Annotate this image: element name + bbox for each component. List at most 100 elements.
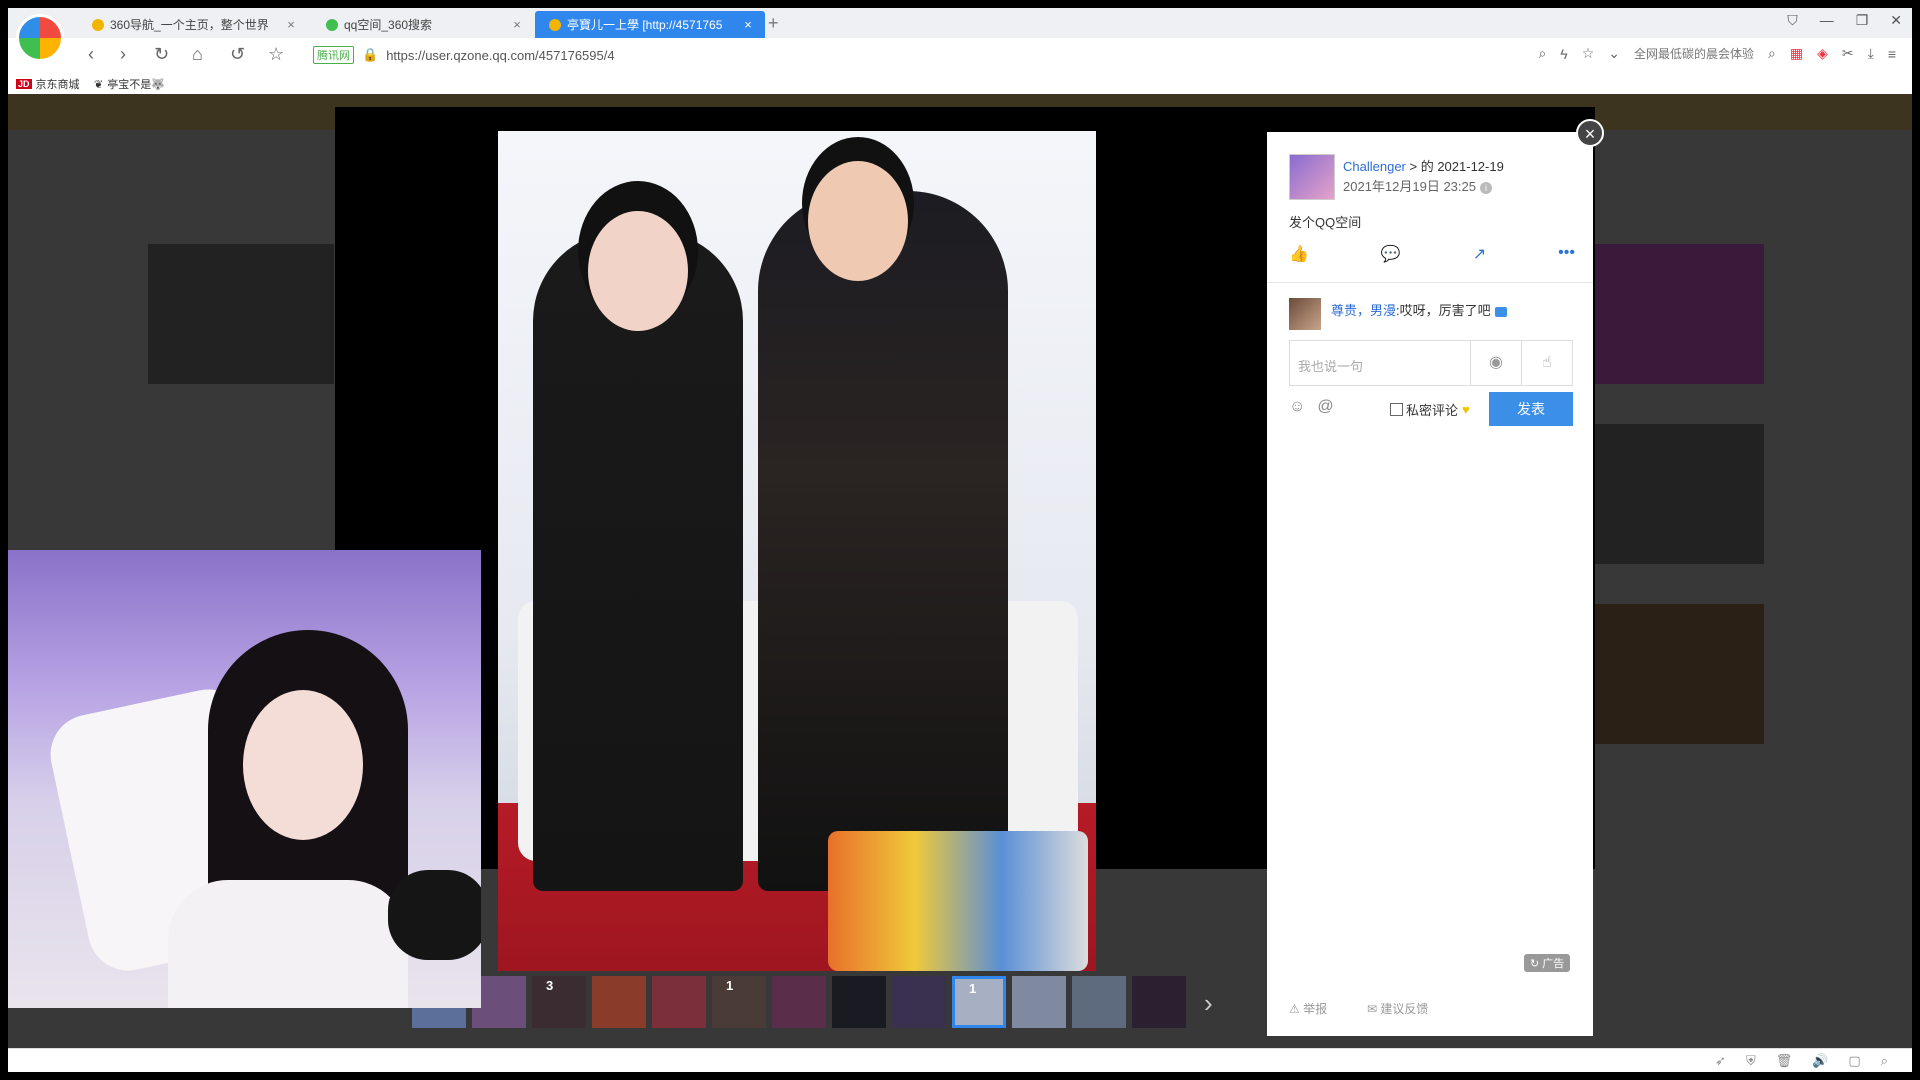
feedback-link[interactable]: ✉ 建议反馈 [1367, 1000, 1428, 1017]
thumb-count-badge: 1 [726, 978, 734, 993]
comment-input-box[interactable]: 我也说一句 ◉ ☝ [1289, 340, 1573, 386]
hand-icon[interactable]: ☝ [1521, 341, 1572, 385]
share-icon[interactable]: ↗ [1473, 244, 1486, 264]
jd-logo-icon: JD [16, 79, 32, 89]
shield-icon[interactable]: ⛨ [1746, 1053, 1756, 1069]
filmstrip-thumb[interactable] [1132, 976, 1186, 1028]
navigation-bar: ‹ › ↻ ⌂ ↺ ☆ 腾讯网 🔒 https://user.qzone.qq.… [8, 38, 1912, 73]
close-viewer-button[interactable]: × [1576, 119, 1604, 147]
window-icon[interactable]: ▢ [1848, 1053, 1860, 1069]
tab-360-nav[interactable]: 360导航_一个主页，整个世界 × [78, 11, 308, 38]
tab-close-icon[interactable]: × [510, 17, 524, 32]
360-browser-logo[interactable] [16, 14, 64, 62]
bg-album-thumb [1578, 604, 1764, 744]
info-icon[interactable]: i [1479, 182, 1492, 194]
vip-heart-icon: ♥ [1462, 402, 1470, 417]
search-status-icon[interactable]: ⌕ [1881, 1053, 1888, 1069]
browser-window: 360导航_一个主页，整个世界 × qq空间_360搜索 × 亭寶儿一上學 [h… [8, 8, 1912, 1072]
photo-snacks [828, 831, 1088, 971]
filmstrip-thumb[interactable]: 1 [712, 976, 766, 1028]
bg-album-thumb [148, 244, 334, 384]
send-button[interactable]: 发表 [1489, 392, 1573, 426]
comment-item: 尊贵，男漫:哎呀，厉害了吧 [1331, 300, 1507, 319]
ad-badge[interactable]: ↻ 广告 [1524, 954, 1571, 972]
filmstrip-thumb[interactable] [832, 976, 886, 1028]
menu-icon[interactable]: ≡ [1888, 46, 1896, 62]
comment-text: :哎呀，厉害了吧 [1396, 303, 1491, 318]
undo-icon[interactable]: ↺ [230, 44, 245, 65]
new-tab-button[interactable]: + [768, 13, 779, 34]
restore-icon[interactable]: ❐ [1856, 12, 1869, 29]
filmstrip-thumb[interactable]: 1 [952, 976, 1006, 1028]
filmstrip-next-icon[interactable]: › [1204, 988, 1213, 1019]
tab-close-icon[interactable]: × [284, 17, 298, 32]
360-favicon-icon [92, 18, 104, 31]
webcam-face [243, 690, 363, 840]
search-icon[interactable]: ⌕ [1768, 45, 1776, 62]
close-window-icon[interactable]: ✕ [1890, 12, 1902, 29]
back-icon[interactable]: ‹ [88, 44, 94, 65]
mention-icon[interactable]: @ [1317, 398, 1333, 416]
minimize-icon[interactable]: — [1820, 12, 1834, 29]
home-icon[interactable]: ⌂ [192, 44, 203, 65]
commenter-name-link[interactable]: 尊贵，男漫 [1331, 303, 1396, 318]
filmstrip-thumb[interactable] [592, 976, 646, 1028]
filmstrip-thumb[interactable] [772, 976, 826, 1028]
promo-text[interactable]: 全网最低碳的晨会体验 [1634, 45, 1754, 62]
photo-description: 发个QQ空间 [1289, 215, 1362, 230]
bookmark-icon: ❦ [94, 78, 104, 91]
apps-grid-icon[interactable]: ▦ [1790, 45, 1803, 62]
thumb-count-badge: 1 [969, 981, 977, 996]
report-link[interactable]: ⚠ 举报 [1289, 1000, 1327, 1017]
tab-360-search[interactable]: qq空间_360搜索 × [312, 11, 534, 38]
poster-suffix: > 的 2021-12-19 [1409, 159, 1504, 174]
like-icon[interactable]: 👍 [1289, 244, 1309, 264]
main-photo[interactable] [498, 131, 1096, 971]
volume-icon[interactable]: 🔊 [1812, 1053, 1828, 1069]
bookmark-jd[interactable]: JD 京东商城 [16, 76, 80, 92]
trash-icon[interactable]: 🗑 [1776, 1053, 1793, 1069]
nav-right-tools: ⌕ ϟ ☆ ⌄ 全网最低碳的晨会体验 ⌕ ▦ ◈ ✂ ⤓ ≡ [1538, 45, 1896, 62]
filmstrip-thumb[interactable] [652, 976, 706, 1028]
zoom-icon[interactable]: ⌕ [1538, 45, 1546, 62]
poster-avatar[interactable] [1289, 154, 1335, 200]
bg-album-thumb [1578, 244, 1764, 384]
dropdown-chevron-icon[interactable]: ⌄ [1608, 45, 1620, 62]
download-icon[interactable]: ⤓ [1868, 45, 1874, 62]
tab-qzone[interactable]: 亭寶儿一上學 [http://4571765 × [535, 11, 765, 38]
address-bar[interactable]: 腾讯网 🔒 https://user.qzone.qq.com/45717659… [313, 42, 615, 68]
more-icon[interactable]: ••• [1558, 244, 1575, 264]
bookmark-tingbao[interactable]: ❦ 亭宝不是🐺 [94, 76, 165, 92]
bg-album-thumb [1578, 424, 1764, 564]
filmstrip-thumb[interactable] [892, 976, 946, 1028]
comment-icon[interactable]: 💬 [1381, 244, 1401, 264]
url-text[interactable]: https://user.qzone.qq.com/457176595/4 [386, 48, 614, 63]
photo-info-panel: Challenger > 的 2021-12-19 2021年12月19日 23… [1267, 132, 1593, 1036]
status-icons: ➶ ⛨ 🗑 🔊 ▢ ⌕ [1715, 1053, 1888, 1069]
filmstrip-thumb[interactable]: 3 [532, 976, 586, 1028]
favorite-star-icon[interactable]: ☆ [1582, 45, 1595, 62]
emoji-icon[interactable]: ☺ [1289, 398, 1305, 416]
filmstrip-thumb[interactable] [1072, 976, 1126, 1028]
post-time: 2021年12月19日 23:25 i [1343, 176, 1492, 195]
poster-name-link[interactable]: Challenger [1343, 159, 1406, 174]
camera-icon[interactable]: ◉ [1470, 341, 1521, 385]
private-comment-toggle[interactable]: 私密评论 ♥ [1390, 400, 1470, 419]
tab-close-icon[interactable]: × [741, 17, 755, 32]
filmstrip-thumb[interactable] [1012, 976, 1066, 1028]
rocket-icon[interactable]: ➶ [1715, 1053, 1726, 1069]
forward-icon[interactable]: › [120, 44, 126, 65]
thumb-count-badge: 3 [546, 978, 554, 993]
reload-icon[interactable]: ↻ [154, 44, 169, 65]
skin-icon[interactable]: ⛉ [1787, 12, 1798, 29]
comment-input[interactable]: 我也说一句 [1290, 341, 1470, 385]
search-favicon-icon [326, 18, 338, 31]
thumbnail-filmstrip: 3 1 1 [412, 976, 1186, 1028]
bookmarks-bar: JD 京东商城 ❦ 亭宝不是🐺 [8, 72, 1912, 95]
scissors-icon[interactable]: ✂ [1842, 45, 1854, 62]
game-icon[interactable]: ◈ [1817, 45, 1828, 62]
commenter-avatar[interactable] [1289, 298, 1321, 330]
lightning-icon[interactable]: ϟ [1560, 46, 1567, 62]
private-checkbox[interactable] [1390, 403, 1403, 416]
bookmark-star-icon[interactable]: ☆ [268, 44, 284, 65]
